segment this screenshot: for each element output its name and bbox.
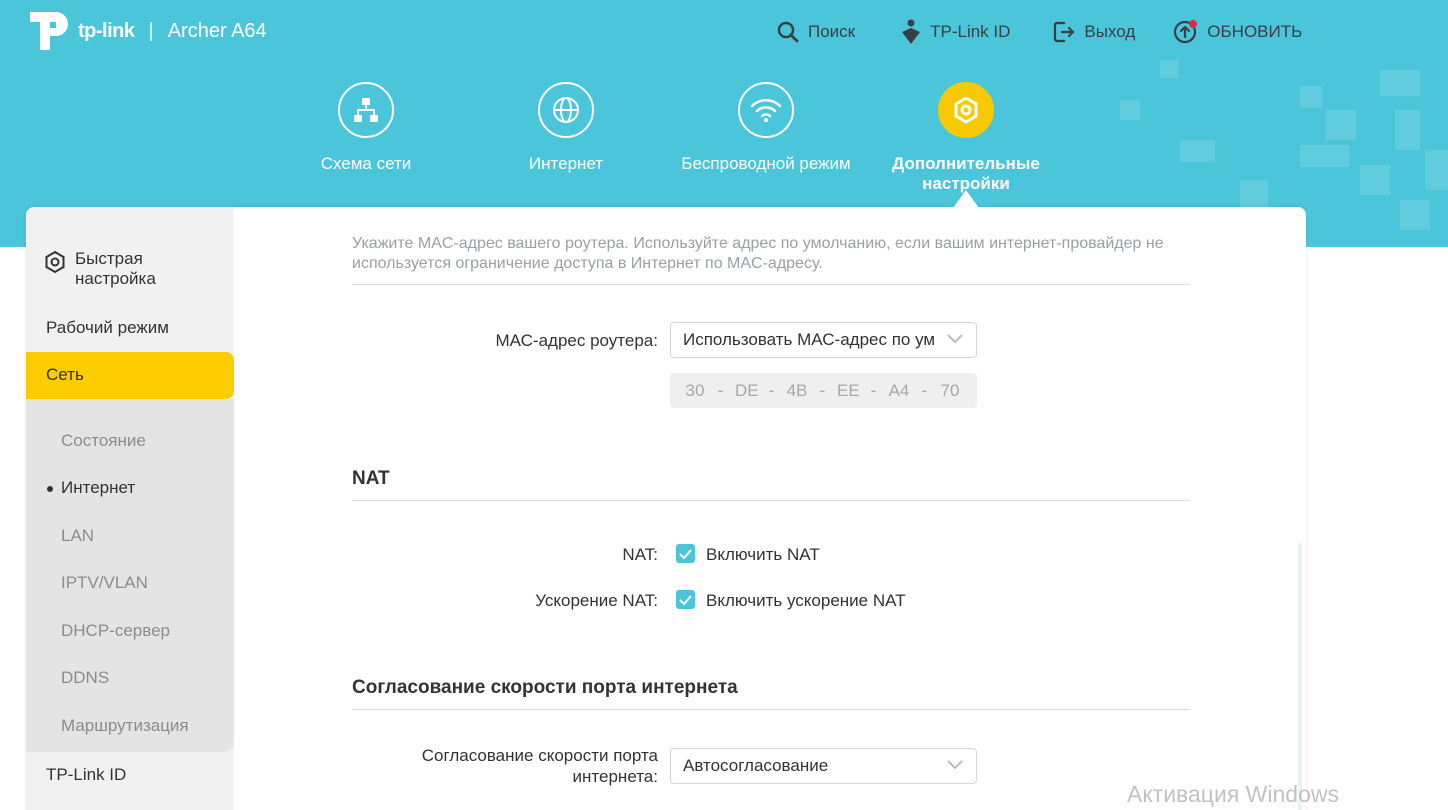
nat-acceleration-label: Ускорение NAT: <box>535 591 658 610</box>
nat-checkbox[interactable] <box>676 544 695 563</box>
mac-separator: - <box>870 380 877 400</box>
sidebar-item-operation-mode[interactable]: Рабочий режим <box>46 318 254 338</box>
mac-address-label: МАС-адрес роутера: <box>495 331 658 350</box>
divider <box>352 709 1190 710</box>
chevron-down-icon <box>947 334 963 344</box>
tp-link-logo-icon <box>30 12 68 50</box>
model-name: Archer A64 <box>167 19 267 42</box>
scrollbar[interactable] <box>1298 543 1302 810</box>
divider <box>352 284 1190 285</box>
sidebar-submenu: Состояние Интернет LAN IPTV/VLAN DHCP-се… <box>26 399 234 752</box>
checkmark-icon <box>679 548 692 559</box>
chevron-down-icon <box>947 760 963 770</box>
mac-octet: DE <box>735 380 759 400</box>
sidebar-subitem-internet[interactable]: Интернет <box>46 478 135 498</box>
mac-octet: 4B <box>786 380 808 400</box>
mac-address-select[interactable]: Использовать МАС-адрес по умолчанию <box>670 322 977 358</box>
logout-button[interactable]: Выход <box>1052 19 1135 45</box>
search-label: Поиск <box>808 22 856 41</box>
nat-acceleration-checkbox[interactable] <box>676 590 695 609</box>
windows-activation-watermark: Активация Windows <box>1127 781 1339 807</box>
nat-acceleration-checkbox-label[interactable]: Включить ускорение NAT <box>706 591 906 611</box>
update-icon <box>1174 20 1198 44</box>
mac-separator: - <box>921 380 928 400</box>
port-speed-select[interactable]: Автосогласование <box>670 748 977 784</box>
sidebar-item-network[interactable]: Сеть <box>26 352 234 399</box>
nat-section-title: NAT <box>352 468 390 489</box>
sidebar-subitem-ddns[interactable]: DDNS <box>61 668 109 688</box>
main-panel: Быстрая настройка Рабочий режим Сеть Сос… <box>26 207 1306 810</box>
mac-octet: A4 <box>888 380 910 400</box>
tab-network-map-label: Схема сети <box>320 154 412 173</box>
mac-octet: 70 <box>940 380 960 400</box>
top-navigation: Поиск TP-Link ID Выход ОБНОВИТЬ <box>776 19 1302 45</box>
sidebar-subitem-status[interactable]: Состояние <box>61 431 146 451</box>
sidebar-subitem-lan[interactable]: LAN <box>61 526 94 546</box>
decor-square <box>1160 60 1178 78</box>
tab-advanced[interactable]: Дополнительные настройки <box>876 82 1056 194</box>
tp-link-logo: tp-link | Archer A64 <box>26 8 267 54</box>
advanced-gear-icon <box>954 96 978 124</box>
update-button[interactable]: ОБНОВИТЬ <box>1173 19 1302 45</box>
wireless-circle <box>738 82 794 138</box>
search-icon <box>777 21 799 43</box>
sidebar-subitem-routing[interactable]: Маршрутизация <box>61 716 189 736</box>
logout-label: Выход <box>1084 22 1136 41</box>
nat-checkbox-label[interactable]: Включить NAT <box>706 545 820 565</box>
tab-internet-label: Интернет <box>528 154 604 173</box>
sidebar-item-tplink-id[interactable]: TP-Link ID <box>46 765 254 785</box>
logout-icon <box>1054 21 1075 43</box>
sidebar-subitem-iptv-vlan[interactable]: IPTV/VLAN <box>61 573 148 593</box>
globe-icon <box>553 97 579 123</box>
mac-octet: EE <box>837 380 860 400</box>
port-speed-label-line1: Согласование скорости порта <box>421 746 658 765</box>
tplink-id-button[interactable]: TP-Link ID <box>900 19 1010 45</box>
tab-wireless[interactable]: Беспроводной режим <box>676 82 856 174</box>
tab-advanced-label: Дополнительные настройки <box>892 154 1040 193</box>
update-label: ОБНОВИТЬ <box>1207 22 1303 41</box>
search-button[interactable]: Поиск <box>776 19 855 45</box>
checkmark-icon <box>679 594 692 605</box>
tab-wireless-label: Беспроводной режим <box>681 154 851 173</box>
network-map-icon <box>354 98 378 122</box>
tab-internet[interactable]: Интернет <box>476 82 656 174</box>
mac-address-select-value: Использовать МАС-адрес по умолчанию <box>683 330 935 349</box>
wifi-icon <box>750 99 782 122</box>
active-tab-pointer <box>953 190 979 208</box>
internet-circle <box>538 82 594 138</box>
sidebar-subitem-dhcp-server[interactable]: DHCP-сервер <box>61 621 170 641</box>
tplink-id-icon <box>902 19 921 44</box>
mac-separator: - <box>768 380 775 400</box>
divider <box>352 500 1190 501</box>
sidebar-item-quick-setup-label: Быстрая настройка <box>75 249 156 288</box>
tplink-id-label: TP-Link ID <box>930 22 1011 41</box>
brand-separator: | <box>148 19 154 42</box>
port-speed-select-value: Автосогласование <box>683 756 829 775</box>
brand-name: tp-link <box>78 19 135 42</box>
network-map-circle <box>338 82 394 138</box>
port-speed-label-line2: интернета: <box>572 767 658 786</box>
mac-separator: - <box>717 380 724 400</box>
nat-label: NAT: <box>622 545 658 564</box>
advanced-circle <box>938 82 994 138</box>
mac-description: Укажите MAC-адрес вашего роутера. Исполь… <box>352 235 1164 272</box>
main-navigation: Схема сети Интернет Беспроводной режим Д… <box>0 82 1448 212</box>
mac-separator: - <box>819 380 826 400</box>
quick-setup-gear-icon <box>45 250 65 274</box>
mac-address-field: 30 - DE - 4B - EE - A4 - 70 <box>670 373 977 408</box>
mac-octet: 30 <box>685 380 705 400</box>
tab-network-map[interactable]: Схема сети <box>276 82 456 174</box>
port-speed-section-title: Согласование скорости порта интернета <box>352 677 738 698</box>
port-speed-label: Согласование скорости порта интернета: <box>352 745 658 787</box>
sidebar: Быстрая настройка Рабочий режим Сеть Сос… <box>26 207 234 810</box>
sidebar-item-quick-setup[interactable]: Быстрая настройка <box>43 249 251 289</box>
